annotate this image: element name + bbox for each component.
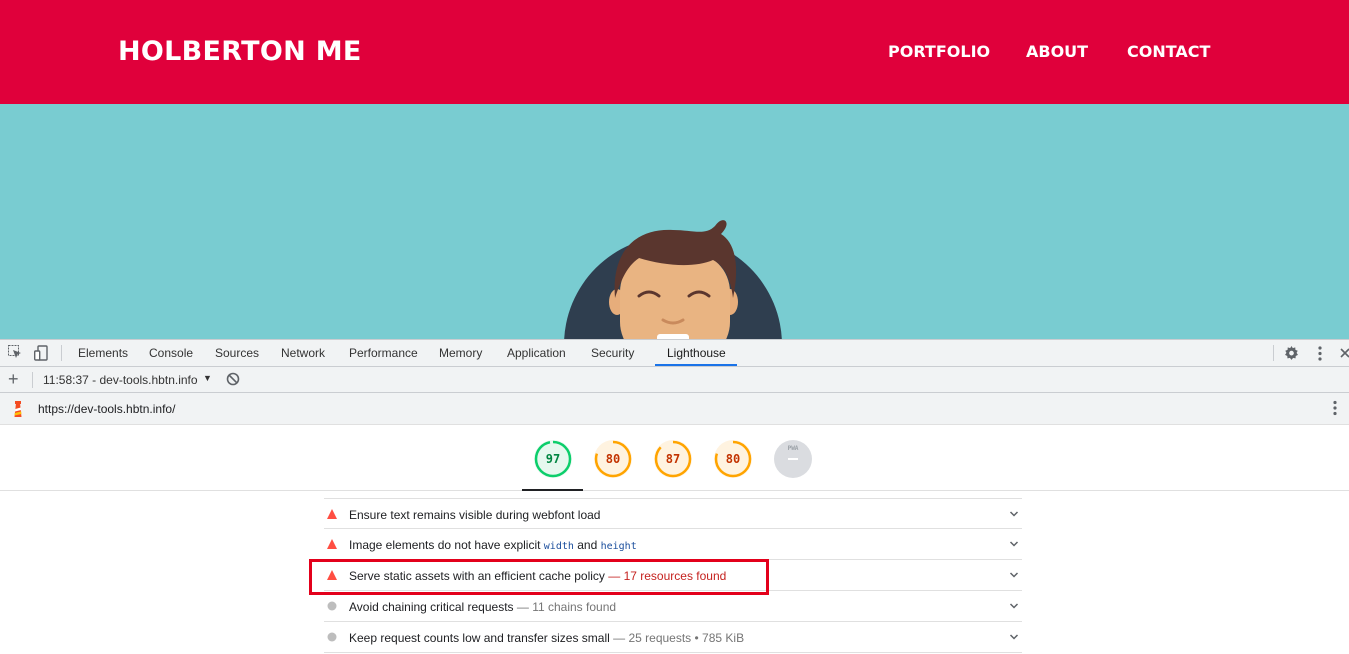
tab-sources[interactable]: Sources [215,340,259,367]
gauge-accessibility[interactable]: 80 [594,440,632,478]
active-tab-indicator [655,364,737,366]
toolbar-divider [1273,345,1274,361]
chevron-down-icon[interactable] [1009,632,1019,642]
fail-triangle-icon [327,570,337,580]
nav-portfolio[interactable]: PORTFOLIO [888,42,990,61]
gauge-seo[interactable]: 80 [714,440,752,478]
gauge-score: 97 [545,452,561,466]
more-options-icon[interactable] [1317,346,1323,361]
new-report-icon[interactable]: + [8,369,19,389]
tab-security[interactable]: Security [591,340,634,367]
tab-network[interactable]: Network [281,340,325,367]
tab-elements[interactable]: Elements [78,340,128,367]
chevron-down-icon[interactable] [1009,509,1019,519]
hero-section [0,104,1349,339]
settings-gear-icon[interactable] [1284,346,1299,361]
tab-application[interactable]: Application [507,340,566,367]
audit-title: Avoid chaining critical requests — 11 ch… [349,600,616,614]
toolbar-divider [32,372,33,388]
lighthouse-logo-icon [14,401,22,417]
nav-about[interactable]: ABOUT [1026,42,1088,61]
devtools-tabbar: Elements Console Sources Network Perform… [0,340,1349,367]
audit-display-value: — 11 chains found [513,600,617,614]
audit-title: Ensure text remains visible during webfo… [349,508,600,522]
audit-title-text: Serve static assets with an efficient ca… [349,569,605,583]
report-url[interactable]: https://dev-tools.hbtn.info/ [38,402,175,416]
chevron-down-icon[interactable] [1009,570,1019,580]
audit-row[interactable]: Image elements do not have explicit widt… [324,529,1022,560]
audit-title-part: and [573,538,601,552]
gauge-best-practices[interactable]: 87 [654,440,692,478]
lighthouse-run-bar: + 11:58:37 - dev-tools.hbtn.info ▼ [0,367,1349,393]
site-logo[interactable]: HOLBERTON ME [118,36,362,67]
devtools-panel: Elements Console Sources Network Perform… [0,339,1349,654]
tab-lighthouse[interactable]: Lighthouse [667,340,726,367]
gauge-score: 80 [725,452,741,466]
gauge-score: PWA [787,445,799,452]
info-circle-icon [327,632,337,642]
fail-triangle-icon [327,539,337,549]
tab-memory[interactable]: Memory [439,340,482,367]
audit-row[interactable]: Serve static assets with an efficient ca… [324,560,1022,591]
report-url-bar: https://dev-tools.hbtn.info/ [0,393,1349,425]
audit-display-value: — 25 requests • 785 KiB [609,631,745,645]
audit-row[interactable]: Ensure text remains visible during webfo… [324,498,1022,529]
audit-title-text: Avoid chaining critical requests [349,600,514,614]
audit-display-value: — 17 resources found [604,569,727,583]
audit-title-text: Keep request counts low and transfer siz… [349,631,610,645]
report-menu-icon[interactable] [1332,400,1338,416]
audit-row[interactable]: Keep request counts low and transfer siz… [324,622,1022,653]
audit-title: Serve static assets with an efficient ca… [349,569,726,583]
chevron-down-icon[interactable] [1009,601,1019,611]
tab-performance[interactable]: Performance [349,340,418,367]
site-header: HOLBERTON ME PORTFOLIO ABOUT CONTACT [0,0,1349,104]
chevron-down-icon[interactable]: ▼ [203,373,212,383]
report-selector[interactable]: 11:58:37 - dev-tools.hbtn.info [43,373,198,387]
audit-row[interactable]: Avoid chaining critical requests — 11 ch… [324,591,1022,622]
avatar-illustration [564,220,782,339]
audit-code-token: height [600,541,637,552]
audit-list: Ensure text remains visible during webfo… [324,498,1022,653]
device-toolbar-icon[interactable] [34,345,48,361]
toolbar-divider [61,345,62,361]
audit-title-text: Ensure text remains visible during webfo… [349,508,601,522]
gauge-pwa[interactable]: PWA [774,440,812,478]
audit-title-part: Image elements do not have explicit [349,538,544,552]
audit-title: Keep request counts low and transfer siz… [349,631,744,645]
info-circle-icon [327,601,337,611]
inspect-element-icon[interactable] [8,345,22,359]
audit-code-token: width [543,541,574,552]
score-gauges: 97 80 87 80 PWA [0,425,1349,491]
chevron-down-icon[interactable] [1009,539,1019,549]
gauge-score: 87 [665,452,681,466]
close-devtools-icon[interactable] [1340,348,1349,358]
gauge-score: 80 [605,452,621,466]
gauge-performance[interactable]: 97 [534,440,572,478]
nav-contact[interactable]: CONTACT [1127,42,1210,61]
active-gauge-indicator [522,489,583,491]
clear-reports-icon[interactable] [226,372,240,386]
fail-triangle-icon [327,509,337,519]
tab-console[interactable]: Console [149,340,193,367]
audit-title: Image elements do not have explicit widt… [349,538,637,552]
